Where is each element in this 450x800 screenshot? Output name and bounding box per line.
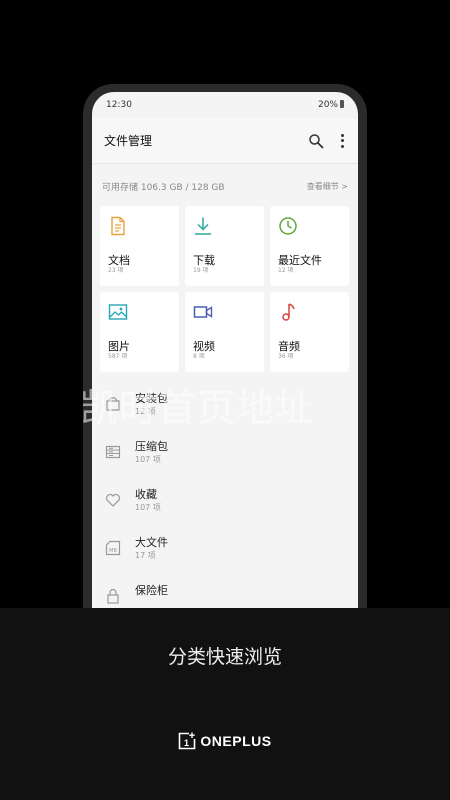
category-count: 8 项 <box>193 353 205 360</box>
list-item-label: 保险柜 <box>135 584 168 597</box>
list-item-favorites[interactable]: 收藏 107 项 <box>92 484 358 532</box>
list-item-archives[interactable]: 压缩包 107 项 <box>92 436 358 484</box>
music-note-icon <box>282 303 295 321</box>
category-tile-downloads[interactable]: 下载 19 项 <box>185 206 264 286</box>
category-count: 36 项 <box>278 353 294 360</box>
document-icon <box>111 216 125 236</box>
lock-icon <box>107 588 119 604</box>
category-tile-documents[interactable]: 文档 23 项 <box>100 206 179 286</box>
phone-frame: 12:30 20% 文件管理 可用存储 106.3 GB / 128 GB 查看… <box>83 84 367 644</box>
category-count: 19 项 <box>193 267 209 274</box>
promo-caption: 分类快速浏览 <box>167 646 282 668</box>
category-tile-images[interactable]: 图片 587 项 <box>100 292 179 372</box>
category-grid: 文档 23 项 下载 19 项 最近文件 12 项 图片 587 项 视频 8 … <box>92 206 358 372</box>
video-icon <box>193 306 213 318</box>
svg-text:MB: MB <box>109 548 117 554</box>
list-item-count: 107 项 <box>135 455 161 464</box>
battery-icon <box>340 100 344 108</box>
storage-row: 可用存储 106.3 GB / 128 GB 查看细节 > <box>92 166 358 206</box>
search-icon[interactable] <box>308 133 324 149</box>
category-tile-recent[interactable]: 最近文件 12 项 <box>270 206 349 286</box>
list-item-installers[interactable]: 安装包 12 项 <box>92 388 358 436</box>
archive-icon <box>105 445 121 459</box>
page-title: 文件管理 <box>104 134 153 148</box>
category-count: 12 项 <box>278 267 294 274</box>
category-tile-audio[interactable]: 音频 36 项 <box>270 292 349 372</box>
image-icon <box>108 304 128 320</box>
large-file-icon: MB <box>105 540 121 556</box>
clock-icon <box>279 217 297 235</box>
heart-icon <box>105 493 121 507</box>
promo-panel: 分类快速浏览 1 ONEPLUS <box>0 608 450 800</box>
list-item-label: 大文件 <box>135 536 168 549</box>
list-item-count: 12 项 <box>135 407 156 416</box>
storage-details-link[interactable]: 查看细节 > <box>307 181 348 192</box>
download-icon <box>195 217 211 235</box>
list-item-text: 安装包 12 项 <box>135 392 168 418</box>
list-item-label: 压缩包 <box>135 440 168 453</box>
brand-name: ONEPLUS <box>200 733 272 749</box>
status-time: 12:30 <box>106 100 132 110</box>
package-icon <box>106 397 120 411</box>
category-tile-videos[interactable]: 视频 8 项 <box>185 292 264 372</box>
app-bar: 文件管理 <box>92 118 358 164</box>
category-count: 587 项 <box>108 353 128 360</box>
brand-logo: 1 ONEPLUS <box>0 732 450 750</box>
list-item-count: 17 项 <box>135 551 156 560</box>
list-item-label: 收藏 <box>135 488 157 501</box>
status-battery: 20% <box>318 100 344 110</box>
phone-screen: 12:30 20% 文件管理 可用存储 106.3 GB / 128 GB 查看… <box>92 92 358 622</box>
list-item-text: 收藏 107 项 <box>135 488 161 514</box>
list-item-text: 大文件 17 项 <box>135 536 168 562</box>
svg-text:1: 1 <box>184 738 189 748</box>
more-options-icon[interactable] <box>338 133 346 148</box>
status-bar: 12:30 20% <box>92 92 358 118</box>
list-item-count: 107 项 <box>135 503 161 512</box>
list-item-text: 压缩包 107 项 <box>135 440 168 466</box>
list-item-label: 安装包 <box>135 392 168 405</box>
list-item-large-files[interactable]: MB 大文件 17 项 <box>92 532 358 580</box>
list-item-text: 保险柜 <box>135 584 168 598</box>
category-count: 23 项 <box>108 267 124 274</box>
app-actions <box>308 133 346 149</box>
special-folders-list: 安装包 12 项 压缩包 107 项 收藏 107 项 MB 大文件 17 项 … <box>92 388 358 622</box>
oneplus-logo-icon: 1 <box>179 732 196 750</box>
battery-level: 20% <box>317 100 338 110</box>
storage-summary: 可用存储 106.3 GB / 128 GB <box>102 182 225 193</box>
